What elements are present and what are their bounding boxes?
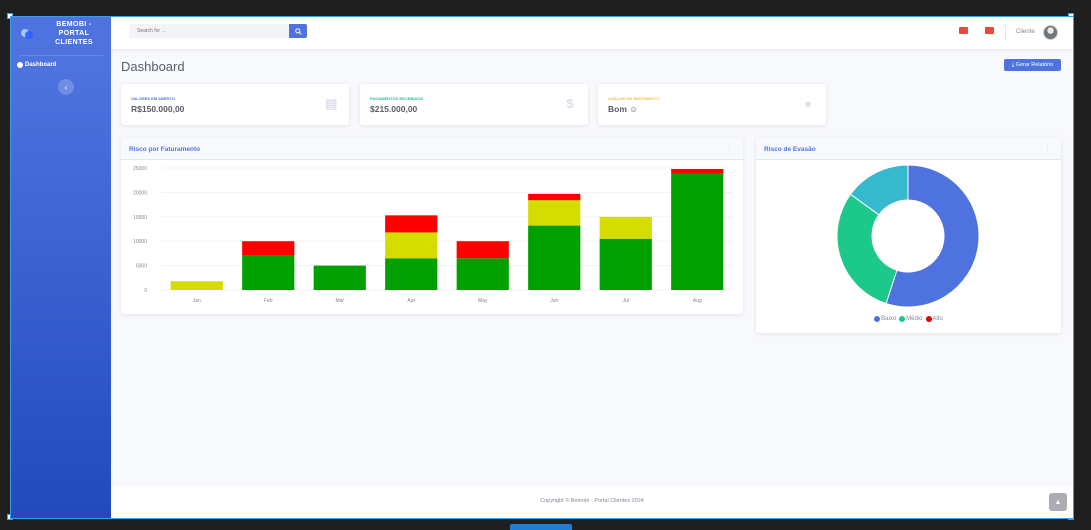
x-tick-label: Jul xyxy=(623,298,629,304)
calendar-icon: ▤ xyxy=(325,96,338,111)
donut-slice xyxy=(836,193,898,305)
search-form xyxy=(129,24,307,38)
bar-segment xyxy=(385,215,438,233)
x-tick-label: Aug xyxy=(693,298,702,304)
sidebar-toggle-button[interactable]: ‹ xyxy=(58,79,74,95)
legend-item[interactable]: Alto xyxy=(925,316,943,322)
kpi-label: ANÁLISE DE SENTIMENTO xyxy=(608,96,660,101)
chevron-left-icon: ‹ xyxy=(64,82,68,92)
sidebar: BEMOBI - PORTAL CLIENTES Dashboard ‹ xyxy=(11,17,111,518)
panel-header: Risco por Faturamento ⋮ xyxy=(121,138,743,160)
chevron-up-icon: ▲ xyxy=(1054,498,1062,506)
x-tick-label: Mar xyxy=(335,298,344,304)
x-tick-label: Jan xyxy=(193,298,201,304)
search-input[interactable] xyxy=(129,24,289,38)
bar-segment xyxy=(456,241,509,259)
sidebar-item-label: Dashboard xyxy=(25,62,57,68)
bar-segment xyxy=(528,193,581,201)
bar-chart: 0 5000 10000 15000 20000 25000 Jan Feb Mar Apr May… xyxy=(133,166,733,304)
bar-segment xyxy=(242,255,295,290)
bar-segment xyxy=(456,258,509,290)
scroll-to-top-button[interactable]: ▲ xyxy=(1049,493,1067,511)
legend-dot xyxy=(874,316,881,322)
y-tick-label: 15000 xyxy=(133,215,147,221)
user-name[interactable]: Cliente xyxy=(1016,29,1035,35)
x-tick-label: May xyxy=(478,298,488,304)
sidebar-brand[interactable]: BEMOBI - PORTAL CLIENTES xyxy=(11,17,111,49)
bar-segment xyxy=(385,258,438,290)
dashboard-icon xyxy=(17,62,23,68)
y-tick-label: 0 xyxy=(144,288,147,294)
topbar: Cliente xyxy=(111,17,1073,49)
donut-chart xyxy=(836,164,980,308)
bar-segment xyxy=(599,216,652,239)
topbar-divider xyxy=(1005,25,1006,41)
legend-item[interactable]: Médio xyxy=(899,316,923,322)
alert-icon[interactable] xyxy=(959,27,968,34)
kpi-card-open-values: VALORES EM ABERTO R$150.000,00 ▤ xyxy=(121,84,349,125)
chart-legend: Baixo Médio Alto xyxy=(756,316,1061,322)
legend-label: Alto xyxy=(932,316,943,322)
legend-label: Médio xyxy=(906,316,923,322)
bottom-tab-indicator xyxy=(510,524,572,530)
kpi-label: VALORES EM ABERTO xyxy=(131,96,175,101)
app-frame: BEMOBI - PORTAL CLIENTES Dashboard ‹ Cli… xyxy=(10,16,1074,519)
kpi-card-payments: PAGAMENTOS RECEBIDOS $215.000,00 $ xyxy=(360,84,588,125)
x-tick-label: Jun xyxy=(550,298,558,304)
bar-segment xyxy=(528,200,581,226)
legend-item[interactable]: Baixo xyxy=(874,316,896,322)
more-options-icon[interactable]: ⋮ xyxy=(1044,145,1051,153)
bar-segment xyxy=(242,241,295,256)
y-tick-label: 20000 xyxy=(133,190,147,196)
kpi-value: $215.000,00 xyxy=(370,104,418,114)
kpi-label: PAGAMENTOS RECEBIDOS xyxy=(370,96,424,101)
bar-segment xyxy=(385,232,438,259)
legend-dot xyxy=(899,316,906,322)
legend-dot xyxy=(925,316,932,322)
y-tick-label: 5000 xyxy=(136,264,147,270)
more-options-icon[interactable]: ⋮ xyxy=(726,145,733,153)
brand-title: BEMOBI - PORTAL CLIENTES xyxy=(55,20,93,46)
y-tick-label: 25000 xyxy=(133,166,147,172)
bar-segment xyxy=(671,168,724,174)
search-button[interactable] xyxy=(289,24,307,38)
legend-label: Baixo xyxy=(881,316,897,322)
panel-header: Risco de Evasão ⋮ xyxy=(756,138,1061,160)
bar-chart-panel: Risco por Faturamento ⋮ 0 5000 10000 15000 2… xyxy=(121,138,743,314)
page-title: Dashboard xyxy=(121,59,185,74)
comments-icon: ● xyxy=(804,96,812,111)
bar-segment xyxy=(170,281,223,290)
panel-title: Risco por Faturamento xyxy=(129,146,201,153)
dollar-icon: $ xyxy=(566,96,574,111)
kpi-value: Bom ☺ xyxy=(608,104,638,114)
sidebar-item-dashboard[interactable]: Dashboard xyxy=(11,56,111,68)
bar-segment xyxy=(599,238,652,290)
x-tick-label: Apr xyxy=(407,298,415,304)
panel-title: Risco de Evasão xyxy=(764,146,816,153)
search-icon xyxy=(294,27,302,35)
footer-copyright: Copyright © Bemobi - Portal Clientes 202… xyxy=(540,498,644,504)
avatar[interactable] xyxy=(1043,25,1058,40)
bar-segment xyxy=(671,173,724,290)
x-tick-label: Feb xyxy=(264,298,273,304)
bar-segment xyxy=(528,225,581,290)
generate-report-button[interactable]: ⤓ Gerar Relatório xyxy=(1004,59,1061,71)
brand-logo-icon xyxy=(21,27,33,39)
y-tick-label: 10000 xyxy=(133,239,147,245)
kpi-value: R$150.000,00 xyxy=(131,104,185,114)
donut-chart-panel: Risco de Evasão ⋮ Baixo Médio Alto xyxy=(756,138,1061,333)
footer: Copyright © Bemobi - Portal Clientes 202… xyxy=(111,486,1073,518)
bar-segment xyxy=(313,265,366,290)
message-icon[interactable] xyxy=(985,27,994,34)
kpi-card-sentiment: ANÁLISE DE SENTIMENTO Bom ☺ ● xyxy=(598,84,826,125)
